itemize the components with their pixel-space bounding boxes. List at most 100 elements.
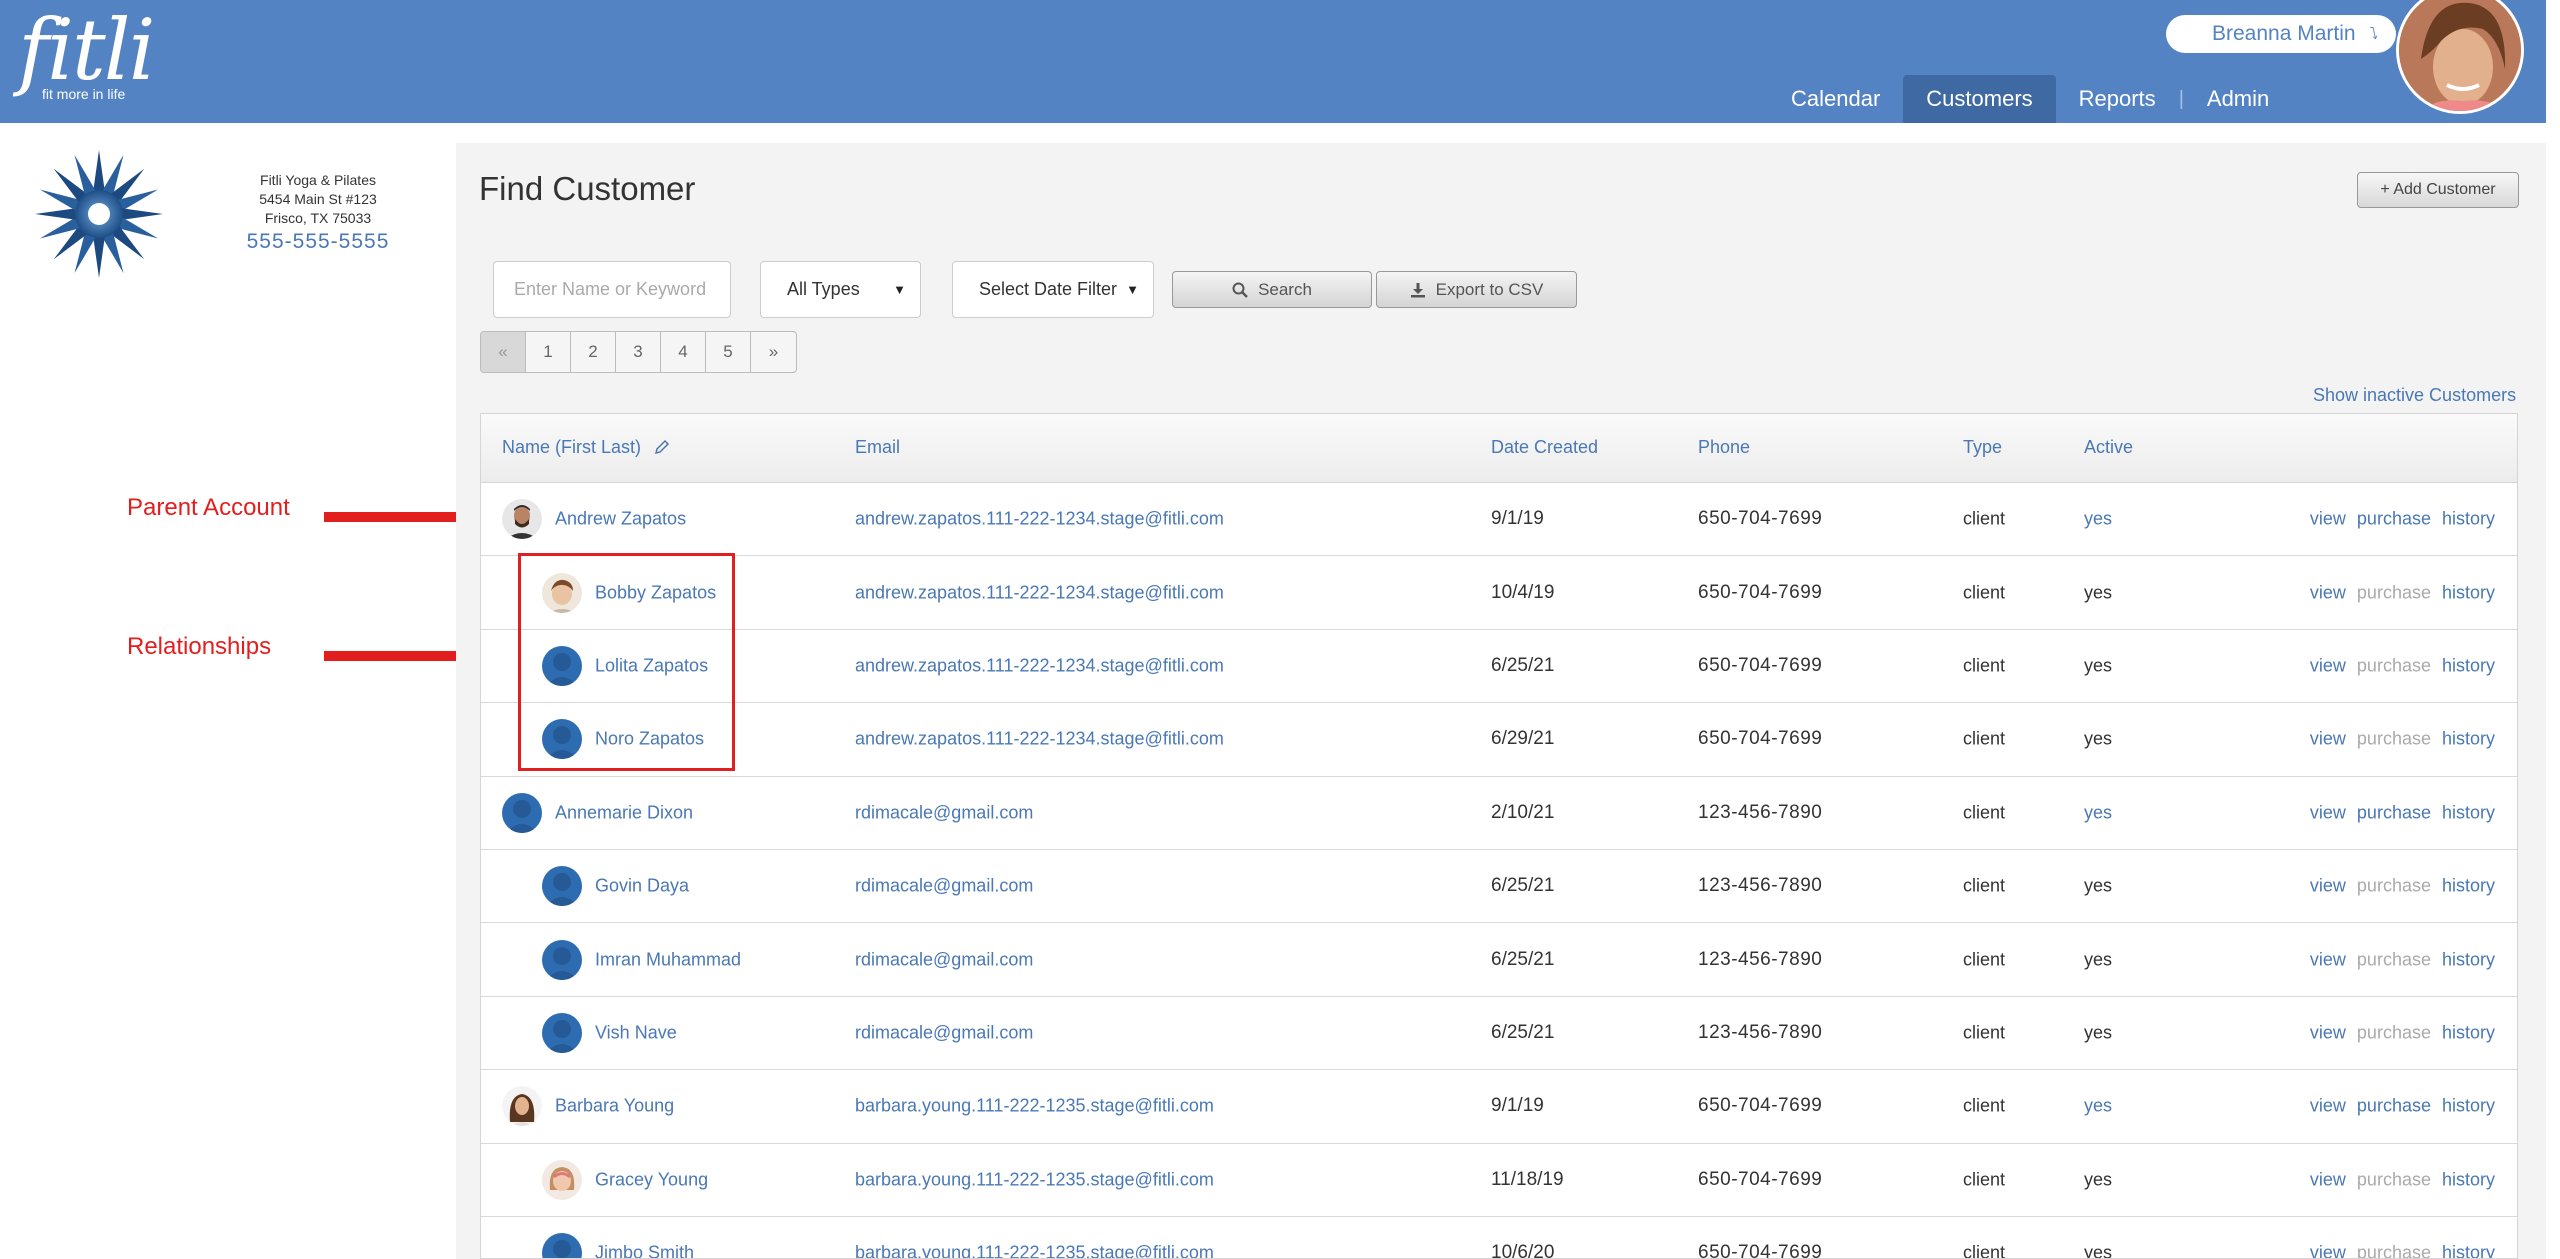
export-csv-button[interactable]: Export to CSV (1376, 271, 1577, 308)
customer-email[interactable]: rdimacale@gmail.com (855, 1022, 1033, 1043)
view-link[interactable]: view (2310, 509, 2346, 530)
pager-page-2[interactable]: 2 (571, 332, 616, 372)
history-link[interactable]: history (2442, 1096, 2495, 1117)
fitli-logo[interactable]: fitli fit more in life (18, 8, 155, 102)
customer-name[interactable]: Govin Daya (595, 876, 689, 897)
pager-next[interactable]: » (751, 332, 796, 372)
pager-page-5[interactable]: 5 (706, 332, 751, 372)
customer-phone: 650-704-7699 (1698, 581, 1823, 603)
header-type[interactable]: Type (1963, 437, 2002, 458)
table-row[interactable]: Gracey Young barbara.young.111-222-1235.s… (481, 1144, 2517, 1217)
view-link[interactable]: view (2310, 876, 2346, 897)
purchase-link[interactable]: purchase (2357, 802, 2431, 823)
purchase-link[interactable]: purchase (2357, 1096, 2431, 1117)
history-link[interactable]: history (2442, 1243, 2495, 1258)
view-link[interactable]: view (2310, 582, 2346, 603)
customer-email[interactable]: barbara.young.111-222-1235.stage@fitli.c… (855, 1243, 1214, 1258)
view-link[interactable]: view (2310, 802, 2346, 823)
table-row[interactable]: Imran Muhammad rdimacale@gmail.com 6/25/21… (481, 923, 2517, 997)
customer-email[interactable]: barbara.young.111-222-1235.stage@fitli.c… (855, 1169, 1214, 1190)
customer-phone: 123-456-7890 (1698, 801, 1823, 823)
table-row[interactable]: Lolita Zapatos andrew.zapatos.111-222-123… (481, 630, 2517, 704)
studio-phone[interactable]: 555-555-5555 (230, 231, 406, 252)
history-link[interactable]: history (2442, 1169, 2495, 1190)
purchase-link[interactable]: purchase (2357, 509, 2431, 530)
view-link[interactable]: view (2310, 949, 2346, 970)
pager-page-1[interactable]: 1 (526, 332, 571, 372)
table-row[interactable]: Annemarie Dixon rdimacale@gmail.com 2/10/2… (481, 777, 2517, 850)
pager-prev[interactable]: « (481, 332, 526, 372)
customer-email[interactable]: andrew.zapatos.111-222-1234.stage@fitli.… (855, 655, 1224, 676)
history-link[interactable]: history (2442, 1022, 2495, 1043)
view-link[interactable]: view (2310, 1096, 2346, 1117)
customer-name[interactable]: Vish Nave (595, 1022, 677, 1043)
history-link[interactable]: history (2442, 802, 2495, 823)
customer-email[interactable]: andrew.zapatos.111-222-1234.stage@fitli.… (855, 509, 1224, 530)
customer-phone: 650-704-7699 (1698, 1095, 1823, 1117)
view-link[interactable]: view (2310, 729, 2346, 750)
customer-phone: 650-704-7699 (1698, 508, 1823, 530)
pager-page-4[interactable]: 4 (661, 332, 706, 372)
date-filter-select[interactable]: Select Date Filter ▼ (952, 261, 1154, 318)
history-link[interactable]: history (2442, 729, 2495, 750)
customer-name[interactable]: Andrew Zapatos (555, 509, 686, 530)
header-active[interactable]: Active (2084, 437, 2133, 458)
nav-reports[interactable]: Reports (2056, 75, 2179, 123)
annotation-relationships: Relationships (127, 633, 272, 660)
customer-active[interactable]: yes (2084, 509, 2112, 530)
customer-email[interactable]: barbara.young.111-222-1235.stage@fitli.c… (855, 1096, 1214, 1117)
nav-calendar[interactable]: Calendar (1768, 75, 1903, 123)
customer-email[interactable]: rdimacale@gmail.com (855, 949, 1033, 970)
customer-date-created: 9/1/19 (1491, 508, 1544, 530)
history-link[interactable]: history (2442, 509, 2495, 530)
customer-name[interactable]: Imran Muhammad (595, 949, 741, 970)
table-row[interactable]: Barbara Young barbara.young.111-222-1235.… (481, 1070, 2517, 1144)
customer-email[interactable]: rdimacale@gmail.com (855, 802, 1033, 823)
customer-active[interactable]: yes (2084, 802, 2112, 823)
show-inactive-link[interactable]: Show inactive Customers (2313, 385, 2516, 406)
customer-email[interactable]: rdimacale@gmail.com (855, 876, 1033, 897)
history-link[interactable]: history (2442, 876, 2495, 897)
header-name[interactable]: Name (First Last) (502, 437, 670, 458)
history-link[interactable]: history (2442, 655, 2495, 676)
view-link[interactable]: view (2310, 1169, 2346, 1190)
pencil-icon[interactable] (654, 439, 670, 455)
view-link[interactable]: view (2310, 1243, 2346, 1258)
row-actions: view purchase history (2310, 949, 2495, 970)
customer-name[interactable]: Jimbo Smith (595, 1243, 694, 1258)
customer-name[interactable]: Barbara Young (555, 1096, 674, 1117)
table-row[interactable]: Jimbo Smith barbara.young.111-222-1235.st… (481, 1217, 2517, 1258)
header-date-created[interactable]: Date Created (1491, 437, 1598, 458)
chevron-down-icon: ⭝ (2369, 26, 2378, 43)
search-button[interactable]: Search (1172, 271, 1372, 308)
customer-date-created: 6/25/21 (1491, 1021, 1555, 1043)
history-link[interactable]: history (2442, 582, 2495, 603)
row-actions: view purchase history (2310, 509, 2495, 530)
header-phone[interactable]: Phone (1698, 437, 1750, 458)
table-row[interactable]: Andrew Zapatos andrew.zapatos.111-222-123… (481, 483, 2517, 557)
customer-name[interactable]: Annemarie Dixon (555, 802, 693, 823)
table-row[interactable]: Vish Nave rdimacale@gmail.com 6/25/21 123-4… (481, 997, 2517, 1071)
add-customer-button[interactable]: + Add Customer (2357, 172, 2519, 208)
header-email[interactable]: Email (855, 437, 900, 458)
view-link[interactable]: view (2310, 655, 2346, 676)
table-row[interactable]: Govin Daya rdimacale@gmail.com 6/25/21 123-… (481, 850, 2517, 924)
nav-customers[interactable]: Customers (1903, 75, 2056, 123)
customer-active[interactable]: yes (2084, 1096, 2112, 1117)
user-avatar[interactable] (2396, 0, 2524, 114)
row-actions: view purchase history (2310, 582, 2495, 603)
search-input[interactable] (493, 261, 731, 318)
history-link[interactable]: history (2442, 949, 2495, 970)
customer-type: client (1963, 582, 2006, 603)
table-row[interactable]: Bobby Zapatos andrew.zapatos.111-222-1234… (481, 556, 2517, 630)
nav-admin[interactable]: Admin (2184, 75, 2292, 123)
view-link[interactable]: view (2310, 1022, 2346, 1043)
customer-email[interactable]: andrew.zapatos.111-222-1234.stage@fitli.… (855, 729, 1224, 750)
customer-email[interactable]: andrew.zapatos.111-222-1234.stage@fitli.… (855, 582, 1224, 603)
customer-name[interactable]: Gracey Young (595, 1169, 708, 1190)
user-menu-button[interactable]: Breanna Martin ⭝ (2166, 15, 2396, 53)
customer-type: client (1963, 1169, 2006, 1190)
table-row[interactable]: Noro Zapatos andrew.zapatos.111-222-1234.… (481, 703, 2517, 777)
pager-page-3[interactable]: 3 (616, 332, 661, 372)
type-filter-select[interactable]: All Types ▼ (760, 261, 921, 318)
